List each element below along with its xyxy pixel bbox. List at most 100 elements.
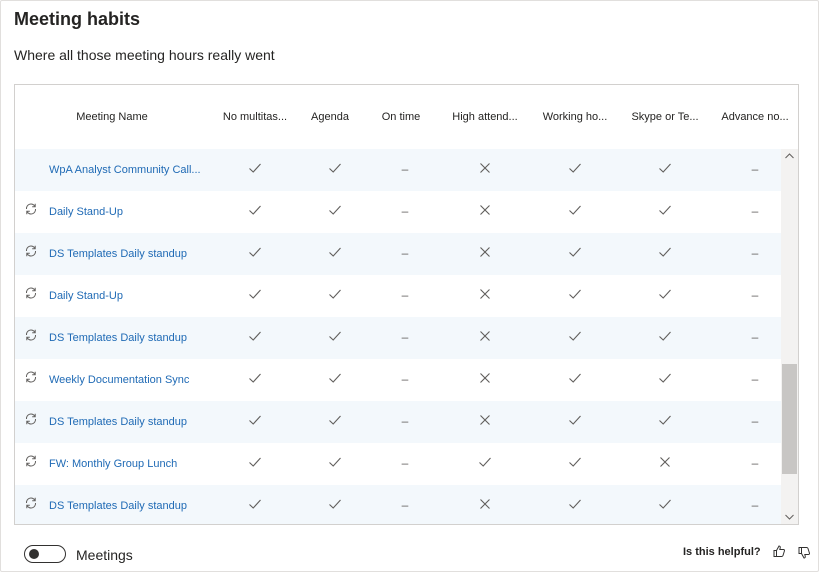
- table-row[interactable]: Daily Stand-Up – –: [15, 275, 781, 317]
- table-row[interactable]: DS Templates Daily standup – –: [15, 401, 781, 443]
- column-header-working-hours[interactable]: Working ho...: [543, 111, 608, 123]
- cross-icon: [477, 244, 493, 260]
- check-icon: [247, 328, 263, 344]
- check-icon: [247, 496, 263, 512]
- table-body: WpA Analyst Community Call... – – Daily Sta…: [15, 149, 781, 524]
- on-time-empty: –: [401, 372, 409, 386]
- on-time-empty: –: [401, 204, 409, 218]
- cross-icon: [477, 370, 493, 386]
- advance-notice-empty: –: [751, 162, 759, 176]
- meetings-toggle-label: Meetings: [76, 547, 133, 563]
- advance-notice-empty: –: [751, 204, 759, 218]
- advance-notice-empty: –: [751, 498, 759, 512]
- column-header-high-attendance[interactable]: High attend...: [452, 111, 517, 123]
- cross-icon: [477, 202, 493, 218]
- recurring-icon: [24, 286, 38, 300]
- table-row[interactable]: Daily Stand-Up – –: [15, 191, 781, 233]
- cross-icon: [477, 496, 493, 512]
- column-header-skype-or-teams[interactable]: Skype or Te...: [631, 111, 698, 123]
- column-header-no-multitasking[interactable]: No multitas...: [223, 111, 287, 123]
- recurring-icon: [24, 328, 38, 342]
- column-header-meeting-name[interactable]: Meeting Name: [76, 111, 148, 123]
- scrollbar-thumb[interactable]: [782, 364, 797, 474]
- check-icon: [657, 328, 673, 344]
- check-icon: [567, 370, 583, 386]
- check-icon: [567, 412, 583, 428]
- check-icon: [477, 454, 493, 470]
- check-icon: [567, 328, 583, 344]
- check-icon: [657, 412, 673, 428]
- meeting-name-link[interactable]: FW: Monthly Group Lunch: [49, 458, 177, 470]
- table-header: Meeting Name No multitas... Agenda On ti…: [15, 85, 798, 149]
- check-icon: [327, 370, 343, 386]
- table-row[interactable]: DS Templates Daily standup – –: [15, 317, 781, 359]
- check-icon: [657, 286, 673, 302]
- check-icon: [567, 202, 583, 218]
- column-header-agenda[interactable]: Agenda: [311, 111, 349, 123]
- check-icon: [247, 370, 263, 386]
- recurring-icon: [24, 244, 38, 258]
- on-time-empty: –: [401, 498, 409, 512]
- check-icon: [327, 244, 343, 260]
- on-time-empty: –: [401, 246, 409, 260]
- scroll-up-icon[interactable]: [781, 149, 798, 163]
- thumbs-up-icon[interactable]: [772, 544, 786, 558]
- table-row[interactable]: DS Templates Daily standup – –: [15, 233, 781, 275]
- check-icon: [327, 202, 343, 218]
- recurring-icon: [24, 370, 38, 384]
- check-icon: [247, 244, 263, 260]
- recurring-icon: [24, 496, 38, 510]
- table-row[interactable]: DS Templates Daily standup – –: [15, 485, 781, 524]
- meetings-table: Meeting Name No multitas... Agenda On ti…: [14, 84, 799, 525]
- table-row[interactable]: WpA Analyst Community Call... – –: [15, 149, 781, 191]
- meeting-habits-card: Meeting habits Where all those meeting h…: [0, 0, 819, 572]
- check-icon: [567, 454, 583, 470]
- check-icon: [567, 244, 583, 260]
- advance-notice-empty: –: [751, 456, 759, 470]
- advance-notice-empty: –: [751, 372, 759, 386]
- check-icon: [327, 454, 343, 470]
- table-row[interactable]: Weekly Documentation Sync – –: [15, 359, 781, 401]
- recurring-icon: [24, 454, 38, 468]
- advance-notice-empty: –: [751, 414, 759, 428]
- vertical-scrollbar[interactable]: [781, 149, 798, 524]
- on-time-empty: –: [401, 414, 409, 428]
- advance-notice-empty: –: [751, 288, 759, 302]
- meeting-name-link[interactable]: DS Templates Daily standup: [49, 248, 187, 260]
- check-icon: [657, 370, 673, 386]
- check-icon: [247, 202, 263, 218]
- check-icon: [567, 160, 583, 176]
- column-header-advance-notice[interactable]: Advance no...: [721, 111, 788, 123]
- check-icon: [567, 286, 583, 302]
- thumbs-down-icon[interactable]: [797, 546, 811, 560]
- meeting-name-link[interactable]: DS Templates Daily standup: [49, 416, 187, 428]
- cross-icon: [477, 286, 493, 302]
- check-icon: [567, 496, 583, 512]
- card-subtitle: Where all those meeting hours really wen…: [14, 47, 275, 63]
- card-title: Meeting habits: [14, 9, 141, 29]
- check-icon: [657, 202, 673, 218]
- cross-icon: [477, 328, 493, 344]
- check-icon: [327, 412, 343, 428]
- meetings-toggle[interactable]: [24, 545, 66, 563]
- toggle-knob: [29, 549, 39, 559]
- meeting-name-link[interactable]: WpA Analyst Community Call...: [49, 164, 201, 176]
- check-icon: [247, 412, 263, 428]
- meeting-name-link[interactable]: Daily Stand-Up: [49, 206, 123, 218]
- check-icon: [657, 160, 673, 176]
- check-icon: [657, 496, 673, 512]
- meeting-name-link[interactable]: DS Templates Daily standup: [49, 332, 187, 344]
- check-icon: [247, 286, 263, 302]
- meeting-name-link[interactable]: DS Templates Daily standup: [49, 500, 187, 512]
- advance-notice-empty: –: [751, 330, 759, 344]
- check-icon: [327, 328, 343, 344]
- scroll-down-icon[interactable]: [781, 510, 798, 524]
- on-time-empty: –: [401, 288, 409, 302]
- check-icon: [327, 496, 343, 512]
- check-icon: [327, 160, 343, 176]
- meeting-name-link[interactable]: Daily Stand-Up: [49, 290, 123, 302]
- column-header-on-time[interactable]: On time: [382, 111, 421, 123]
- meeting-name-link[interactable]: Weekly Documentation Sync: [49, 374, 189, 386]
- table-row[interactable]: FW: Monthly Group Lunch – –: [15, 443, 781, 485]
- cross-icon: [477, 160, 493, 176]
